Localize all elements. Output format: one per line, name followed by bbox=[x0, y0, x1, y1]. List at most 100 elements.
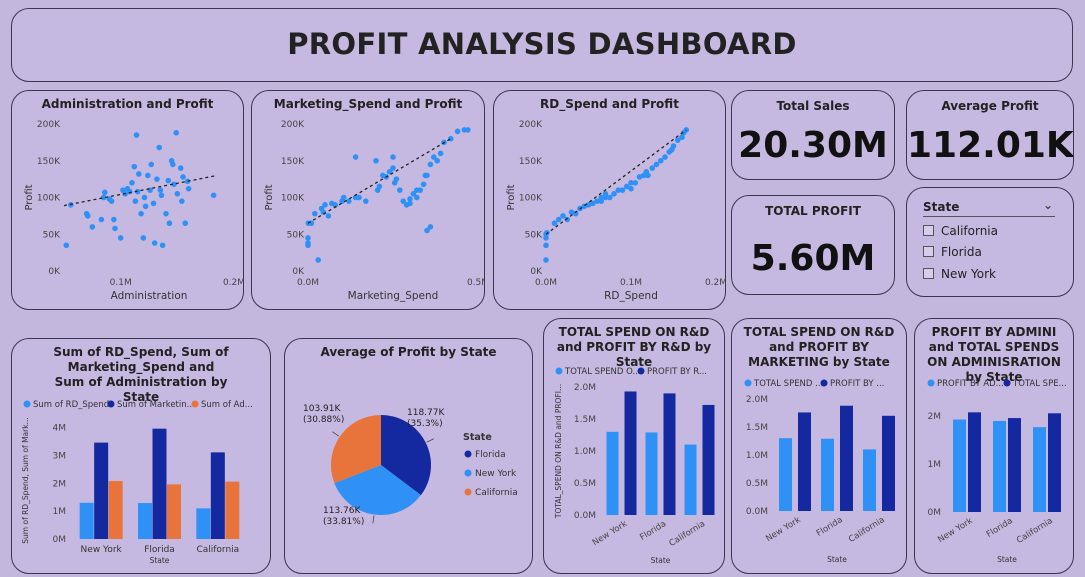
scatter-point bbox=[166, 220, 173, 227]
x-axis-label: RD_Spend bbox=[604, 290, 658, 302]
legend-marker bbox=[1003, 379, 1011, 387]
state-slicer[interactable]: State ⌄ California Florida New York bbox=[906, 187, 1074, 297]
checkbox[interactable] bbox=[923, 246, 934, 257]
scatter-point bbox=[145, 172, 151, 179]
marketing-profit-scatter[interactable]: 0K50K100K150K200K0.0M0.5MMarketing_Spend… bbox=[252, 91, 485, 310]
slicer-option-california[interactable]: California bbox=[923, 224, 998, 238]
bar bbox=[94, 442, 109, 539]
sum-by-state-chart[interactable]: Sum of RD_Spend Sum of Marketin... Sum of … bbox=[12, 339, 271, 574]
pie-leader-line bbox=[372, 515, 375, 524]
y-axis-label: Profit bbox=[264, 184, 275, 210]
rd-spend-profit-chart[interactable]: TOTAL SPEND O... PROFIT BY R... 0.0M 0.5M 1.… bbox=[544, 319, 725, 574]
y-tick-label: 3M bbox=[53, 451, 67, 461]
x-axis-label: State bbox=[827, 555, 847, 564]
scatter-point bbox=[657, 157, 664, 164]
avg-profit-pie[interactable]: 118.77K(35.3%) 113.76K(33.81%) 103.91K(30.… bbox=[285, 339, 533, 574]
legend-marker bbox=[637, 367, 645, 375]
legend-marker bbox=[464, 469, 472, 477]
scatter-point bbox=[138, 210, 144, 217]
y-tick-label: 1.5M bbox=[746, 423, 768, 433]
bar bbox=[993, 420, 1006, 512]
x-tick-label: 0.5M bbox=[467, 278, 485, 288]
bar bbox=[152, 428, 167, 539]
x-tick-label: California bbox=[1015, 516, 1055, 546]
x-tick-label: New York bbox=[591, 519, 629, 548]
y-tick-label: 100K bbox=[519, 194, 543, 204]
scatter-point bbox=[132, 198, 139, 204]
scatter-point bbox=[560, 213, 566, 219]
bar bbox=[1033, 427, 1046, 512]
rd-spend-profit-card[interactable]: TOTAL SPEND ON R&D and PROFIT BY R&D by … bbox=[543, 318, 725, 574]
admin-profit-scatter[interactable]: 0K 50K 100K 150K 200K 0.1M 0.2M Administration P… bbox=[12, 91, 244, 310]
x-tick-label: California bbox=[668, 519, 708, 549]
y-tick-label: 50K bbox=[525, 230, 543, 240]
legend-marker bbox=[744, 379, 752, 387]
bar bbox=[1048, 413, 1061, 512]
scatter-point bbox=[619, 187, 626, 193]
bar bbox=[821, 438, 834, 511]
kpi-value: 112.01K bbox=[907, 125, 1074, 166]
y-tick-label: 1M bbox=[928, 460, 942, 470]
rd-profit-card[interactable]: RD_Spend and Profit 0K 50K 100K 150K 200K 0.0… bbox=[493, 90, 726, 310]
y-tick-label: 150K bbox=[37, 157, 61, 167]
rd-profit-scatter[interactable]: 0K 50K 100K 150K 200K 0.0M 0.1M 0.2M RD_Spend Pro… bbox=[494, 91, 726, 310]
admin-profit-card[interactable]: Administration and Profit 0K 50K 100K 150K 2… bbox=[11, 90, 244, 310]
scatter-point bbox=[63, 242, 70, 249]
x-tick-label: 0.1M bbox=[620, 278, 642, 288]
slicer-option-new-york[interactable]: New York bbox=[923, 267, 996, 281]
chevron-down-icon[interactable]: ⌄ bbox=[1043, 198, 1053, 212]
scatter-point bbox=[177, 165, 184, 171]
legend-label: PROFIT BY ... bbox=[830, 379, 884, 389]
legend-label: PROFIT BY R... bbox=[647, 367, 707, 377]
slicer-header[interactable]: State ⌄ bbox=[923, 198, 1055, 217]
x-axis-label: State bbox=[651, 556, 671, 565]
y-tick-label: 0.5M bbox=[746, 479, 768, 489]
marketing-profit-card[interactable]: Marketing_Spend and Profit 0K 50K 100K 150K… bbox=[251, 90, 485, 310]
bar bbox=[702, 404, 715, 515]
bar bbox=[840, 405, 853, 511]
marketing-spend-profit-card[interactable]: TOTAL SPEND ON R&D and PROFIT BY MARKETI… bbox=[731, 318, 907, 574]
checkbox[interactable] bbox=[923, 268, 934, 279]
y-tick-label: 2M bbox=[53, 479, 67, 489]
scatter-point bbox=[131, 163, 138, 170]
scatter-point bbox=[543, 242, 549, 249]
y-tick-label: 0K bbox=[292, 267, 305, 277]
scatter-point bbox=[98, 216, 105, 223]
x-tick-label: 0.1M bbox=[110, 278, 132, 288]
scatter-point bbox=[628, 185, 634, 192]
admin-spend-profit-chart[interactable]: PROFIT BY AD... TOTAL SPE... 0M 1M 2M New Yor… bbox=[915, 319, 1074, 574]
legend-marker bbox=[107, 400, 115, 408]
scatter-point bbox=[173, 130, 179, 136]
trend-line bbox=[63, 174, 218, 207]
scatter-point bbox=[89, 224, 96, 230]
y-tick-label: 0K bbox=[48, 267, 61, 277]
scatter-point bbox=[346, 198, 352, 204]
scatter-point bbox=[417, 187, 423, 193]
bar bbox=[79, 502, 94, 539]
scatter-point bbox=[126, 188, 133, 195]
avg-profit-state-card[interactable]: Average of Profit by State 118.77K (35.3%… bbox=[284, 338, 533, 574]
y-axis-label: Sum of RD_Spend, Sum of Mark... bbox=[21, 417, 30, 543]
scatter-point bbox=[427, 224, 434, 230]
sum-by-state-card[interactable]: Sum of RD_Spend, Sum of Marketing_Spend … bbox=[11, 338, 271, 574]
marketing-spend-profit-chart[interactable]: TOTAL SPEND ... PROFIT BY ... 0.0M 0.5M 1.0M… bbox=[732, 319, 907, 574]
y-tick-label: 200K bbox=[519, 120, 543, 130]
legend-label: TOTAL SPEND ... bbox=[753, 379, 823, 389]
checkbox[interactable] bbox=[923, 225, 934, 236]
y-tick-label: 4M bbox=[53, 424, 67, 434]
pie-data-label: (30.88%) bbox=[303, 415, 344, 425]
kpi-label: Average Profit bbox=[941, 99, 1039, 113]
scatter-point bbox=[397, 187, 403, 193]
bar bbox=[882, 415, 895, 511]
scatter-point bbox=[147, 187, 153, 193]
bar bbox=[196, 508, 211, 539]
y-tick-label: 0M bbox=[53, 535, 67, 545]
bar bbox=[684, 444, 697, 515]
kpi-value: 20.30M bbox=[738, 125, 888, 166]
y-tick-label: 100K bbox=[281, 194, 305, 204]
slicer-option-florida[interactable]: Florida bbox=[923, 245, 982, 259]
scatter-point bbox=[148, 161, 155, 168]
average-profit-card: Average Profit 112.01K bbox=[906, 90, 1074, 180]
page-title: PROFIT ANALYSIS DASHBOARD bbox=[287, 27, 797, 61]
admin-spend-profit-card[interactable]: PROFIT BY ADMINI and TOTAL SPENDS ON ADM… bbox=[914, 318, 1074, 574]
